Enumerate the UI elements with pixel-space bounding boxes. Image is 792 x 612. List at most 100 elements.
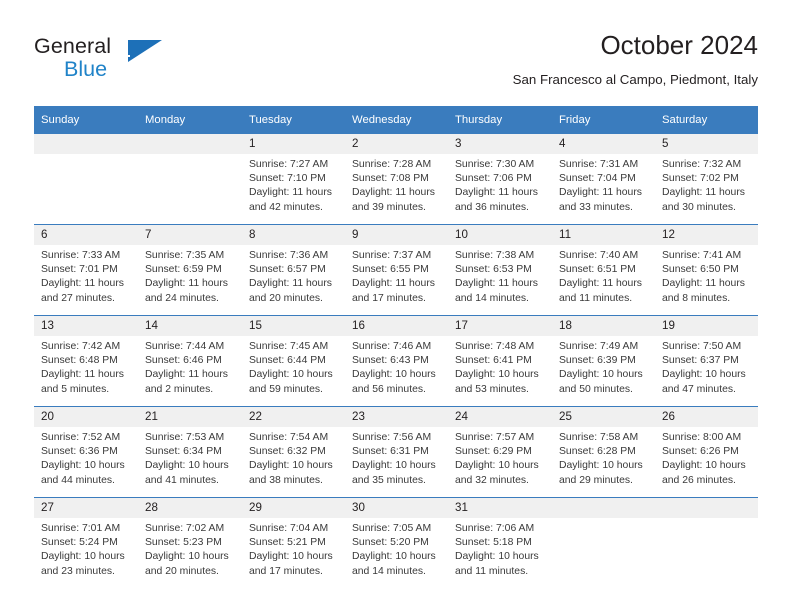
calendar-day-cell[interactable]: 27 Sunrise: 7:01 AM Sunset: 5:24 PM Dayligh…: [34, 497, 138, 588]
sunrise-text: Sunrise: 7:46 AM: [352, 341, 432, 352]
daylight-text: Daylight: 10 hours and 23 minutes.: [41, 551, 125, 577]
calendar-day-cell[interactable]: 21 Sunrise: 7:53 AM Sunset: 6:34 PM Dayligh…: [138, 406, 242, 498]
calendar-day-cell[interactable]: 19 Sunrise: 7:50 AM Sunset: 6:37 PM Dayligh…: [655, 315, 758, 407]
calendar-day-cell[interactable]: 17 Sunrise: 7:48 AM Sunset: 6:41 PM Dayligh…: [448, 315, 552, 407]
calendar-day-cell[interactable]: 28 Sunrise: 7:02 AM Sunset: 5:23 PM Dayligh…: [138, 497, 242, 588]
calendar-day-cell[interactable]: 3 Sunrise: 7:30 AM Sunset: 7:06 PM Daylight…: [448, 134, 552, 225]
daylight-text: Daylight: 10 hours and 59 minutes.: [249, 369, 333, 395]
page-header: General Blue October 2024 San Francesco …: [34, 28, 758, 96]
sunset-text: Sunset: 7:08 PM: [352, 173, 429, 185]
calendar-day-cell[interactable]: 6 Sunrise: 7:33 AM Sunset: 7:01 PM Daylight…: [34, 224, 138, 316]
day-number: 21: [138, 407, 242, 427]
sunrise-text: Sunrise: 7:37 AM: [352, 250, 432, 261]
day-number: 2: [345, 134, 448, 154]
sunrise-text: Sunrise: 7:35 AM: [145, 250, 225, 261]
daylight-text: Daylight: 10 hours and 14 minutes.: [352, 551, 436, 577]
calendar-day-cell[interactable]: 4 Sunrise: 7:31 AM Sunset: 7:04 PM Daylight…: [552, 134, 655, 225]
daylight-text: Daylight: 11 hours and 5 minutes.: [41, 369, 124, 395]
sunset-text: Sunset: 6:31 PM: [352, 446, 429, 458]
daylight-text: Daylight: 10 hours and 53 minutes.: [455, 369, 539, 395]
weekday-header-saturday: Saturday: [655, 106, 758, 134]
logo-word-blue: Blue: [64, 57, 108, 81]
sunrise-text: Sunrise: 8:00 AM: [662, 432, 742, 443]
calendar-day-cell[interactable]: 14 Sunrise: 7:44 AM Sunset: 6:46 PM Dayligh…: [138, 315, 242, 407]
calendar-day-cell-empty: [34, 134, 138, 225]
sunrise-text: Sunrise: 7:31 AM: [559, 159, 639, 170]
calendar-day-cell[interactable]: 11 Sunrise: 7:40 AM Sunset: 6:51 PM Dayligh…: [552, 224, 655, 316]
day-sun-info: Sunrise: 7:41 AM Sunset: 6:50 PM Daylight:…: [655, 245, 758, 306]
daylight-text: Daylight: 11 hours and 11 minutes.: [559, 278, 642, 304]
day-number: 16: [345, 316, 448, 336]
day-sun-info: Sunrise: 7:33 AM Sunset: 7:01 PM Daylight:…: [34, 245, 138, 306]
sunset-text: Sunset: 6:41 PM: [455, 355, 532, 367]
calendar-week-row: 1 Sunrise: 7:27 AM Sunset: 7:10 PM Daylight…: [34, 134, 758, 225]
calendar-day-cell[interactable]: 30 Sunrise: 7:05 AM Sunset: 5:20 PM Dayligh…: [345, 497, 448, 588]
daylight-text: Daylight: 11 hours and 30 minutes.: [662, 187, 745, 213]
day-sun-info: Sunrise: 7:56 AM Sunset: 6:31 PM Daylight:…: [345, 427, 448, 488]
day-sun-info: Sunrise: 7:53 AM Sunset: 6:34 PM Daylight:…: [138, 427, 242, 488]
sunrise-text: Sunrise: 7:50 AM: [662, 341, 742, 352]
day-sun-info: Sunrise: 7:38 AM Sunset: 6:53 PM Daylight:…: [448, 245, 552, 306]
calendar-day-cell[interactable]: 22 Sunrise: 7:54 AM Sunset: 6:32 PM Dayligh…: [242, 406, 345, 498]
sunrise-text: Sunrise: 7:33 AM: [41, 250, 121, 261]
daylight-text: Daylight: 10 hours and 29 minutes.: [559, 460, 643, 486]
sunset-text: Sunset: 5:20 PM: [352, 537, 429, 549]
weekday-header-friday: Friday: [552, 106, 655, 134]
day-number: 15: [242, 316, 345, 336]
general-blue-logo[interactable]: General Blue: [34, 34, 194, 92]
calendar-day-cell[interactable]: 26 Sunrise: 8:00 AM Sunset: 6:26 PM Dayligh…: [655, 406, 758, 498]
sunset-text: Sunset: 6:26 PM: [662, 446, 739, 458]
calendar-day-cell[interactable]: 9 Sunrise: 7:37 AM Sunset: 6:55 PM Daylight…: [345, 224, 448, 316]
day-number: 5: [655, 134, 758, 154]
sunset-text: Sunset: 5:18 PM: [455, 537, 532, 549]
daylight-text: Daylight: 11 hours and 27 minutes.: [41, 278, 124, 304]
calendar-day-cell[interactable]: 12 Sunrise: 7:41 AM Sunset: 6:50 PM Dayligh…: [655, 224, 758, 316]
sunrise-text: Sunrise: 7:49 AM: [559, 341, 639, 352]
calendar-day-cell[interactable]: 31 Sunrise: 7:06 AM Sunset: 5:18 PM Dayligh…: [448, 497, 552, 588]
day-sun-info: Sunrise: 7:31 AM Sunset: 7:04 PM Daylight:…: [552, 154, 655, 215]
day-number: 13: [34, 316, 138, 336]
calendar-day-cell[interactable]: 5 Sunrise: 7:32 AM Sunset: 7:02 PM Daylight…: [655, 134, 758, 225]
calendar-day-cell-empty: [655, 497, 758, 588]
calendar-day-cell[interactable]: 15 Sunrise: 7:45 AM Sunset: 6:44 PM Dayligh…: [242, 315, 345, 407]
daylight-text: Daylight: 10 hours and 47 minutes.: [662, 369, 746, 395]
sunrise-text: Sunrise: 7:05 AM: [352, 523, 432, 534]
calendar-day-cell-empty: [138, 134, 242, 225]
sunset-text: Sunset: 6:48 PM: [41, 355, 118, 367]
calendar-day-cell[interactable]: 16 Sunrise: 7:46 AM Sunset: 6:43 PM Dayligh…: [345, 315, 448, 407]
sunrise-text: Sunrise: 7:52 AM: [41, 432, 121, 443]
weekday-header-wednesday: Wednesday: [345, 106, 448, 134]
calendar-day-cell[interactable]: 10 Sunrise: 7:38 AM Sunset: 6:53 PM Dayligh…: [448, 224, 552, 316]
daylight-text: Daylight: 10 hours and 20 minutes.: [145, 551, 229, 577]
calendar-day-cell[interactable]: 24 Sunrise: 7:57 AM Sunset: 6:29 PM Dayligh…: [448, 406, 552, 498]
calendar-day-cell[interactable]: 29 Sunrise: 7:04 AM Sunset: 5:21 PM Dayligh…: [242, 497, 345, 588]
day-number: 23: [345, 407, 448, 427]
sunrise-text: Sunrise: 7:02 AM: [145, 523, 225, 534]
calendar-day-cell[interactable]: 23 Sunrise: 7:56 AM Sunset: 6:31 PM Dayligh…: [345, 406, 448, 498]
sunrise-text: Sunrise: 7:28 AM: [352, 159, 432, 170]
calendar-day-cell[interactable]: 20 Sunrise: 7:52 AM Sunset: 6:36 PM Dayligh…: [34, 406, 138, 498]
page-subtitle: San Francesco al Campo, Piedmont, Italy: [512, 72, 758, 87]
day-number: 27: [34, 498, 138, 518]
day-number: 18: [552, 316, 655, 336]
day-number: 6: [34, 225, 138, 245]
day-number: 30: [345, 498, 448, 518]
day-number: 4: [552, 134, 655, 154]
day-sun-info: Sunrise: 7:30 AM Sunset: 7:06 PM Daylight:…: [448, 154, 552, 215]
calendar-day-cell[interactable]: 7 Sunrise: 7:35 AM Sunset: 6:59 PM Daylight…: [138, 224, 242, 316]
day-number: 11: [552, 225, 655, 245]
calendar-day-cell[interactable]: 25 Sunrise: 7:58 AM Sunset: 6:28 PM Dayligh…: [552, 406, 655, 498]
day-sun-info: Sunrise: 7:01 AM Sunset: 5:24 PM Daylight:…: [34, 518, 138, 579]
day-number: [655, 498, 758, 518]
sunrise-text: Sunrise: 7:44 AM: [145, 341, 225, 352]
calendar-day-cell[interactable]: 8 Sunrise: 7:36 AM Sunset: 6:57 PM Daylight…: [242, 224, 345, 316]
sunrise-text: Sunrise: 7:32 AM: [662, 159, 742, 170]
sunrise-text: Sunrise: 7:53 AM: [145, 432, 225, 443]
day-sun-info: Sunrise: 7:44 AM Sunset: 6:46 PM Daylight:…: [138, 336, 242, 397]
calendar-day-cell[interactable]: 18 Sunrise: 7:49 AM Sunset: 6:39 PM Dayligh…: [552, 315, 655, 407]
calendar-day-cell[interactable]: 2 Sunrise: 7:28 AM Sunset: 7:08 PM Daylight…: [345, 134, 448, 225]
calendar-day-cell[interactable]: 1 Sunrise: 7:27 AM Sunset: 7:10 PM Daylight…: [242, 134, 345, 225]
weekday-header-sunday: Sunday: [34, 106, 138, 134]
calendar-day-cell[interactable]: 13 Sunrise: 7:42 AM Sunset: 6:48 PM Dayligh…: [34, 315, 138, 407]
sunset-text: Sunset: 6:39 PM: [559, 355, 636, 367]
